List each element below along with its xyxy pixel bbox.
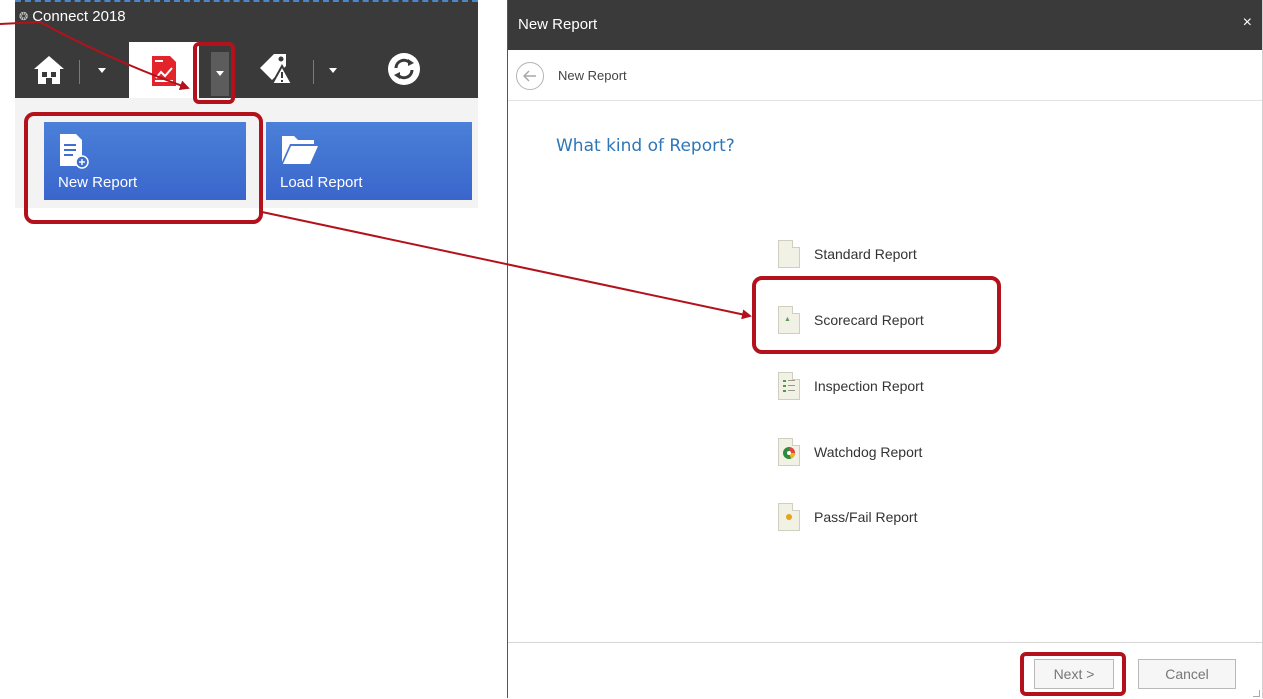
watchdog-report-icon (778, 438, 800, 466)
sync-button[interactable] (385, 50, 423, 88)
new-report-dialog: New Report × New Report What kind of Rep… (507, 0, 1263, 699)
new-report-label: New Report (58, 174, 138, 191)
option-label: Scorecard Report (814, 312, 924, 328)
app-title: ❂ Connect 2018 (19, 8, 126, 25)
option-watchdog-report[interactable]: Watchdog Report (778, 438, 922, 466)
arrow-left-icon (523, 70, 536, 82)
sync-icon (388, 53, 420, 85)
connect-logo-icon: ❂ (19, 11, 29, 23)
alerts-button[interactable] (255, 50, 295, 88)
toolbar-separator (313, 60, 314, 84)
alerts-dropdown-button[interactable] (326, 60, 340, 82)
pass-fail-report-icon (778, 503, 800, 531)
breadcrumb-title: New Report (558, 68, 627, 83)
standard-report-icon (778, 240, 800, 268)
option-label: Watchdog Report (814, 444, 923, 460)
scorecard-report-icon: ▲ (778, 306, 800, 334)
chevron-down-icon (329, 68, 337, 73)
dialog-navbar: New Report (508, 50, 1262, 101)
report-type-question: What kind of Report? (556, 136, 735, 156)
folder-icon (282, 136, 318, 164)
toolbar-separator (79, 60, 80, 84)
load-report-label: Load Report (280, 174, 363, 191)
home-button[interactable] (31, 52, 67, 88)
reports-dropdown-button[interactable] (211, 52, 229, 96)
new-report-tile[interactable]: New Report (44, 122, 246, 200)
new-report-icon (60, 134, 89, 169)
resize-grip[interactable] (1253, 690, 1260, 697)
reports-button[interactable] (129, 42, 199, 100)
option-pass-fail-report[interactable]: Pass/Fail Report (778, 503, 917, 531)
inspection-report-icon (778, 372, 800, 400)
option-label: Standard Report (814, 246, 917, 262)
back-button[interactable] (516, 62, 544, 90)
option-inspection-report[interactable]: Inspection Report (778, 372, 924, 400)
close-icon[interactable]: × (1243, 14, 1252, 32)
home-dropdown-button[interactable] (95, 60, 109, 82)
cancel-button[interactable]: Cancel (1138, 659, 1236, 689)
option-label: Inspection Report (814, 378, 924, 394)
report-chart-icon (152, 56, 176, 86)
option-standard-report[interactable]: Standard Report (778, 240, 917, 268)
option-scorecard-report[interactable]: ▲ Scorecard Report (778, 306, 924, 334)
home-icon (34, 56, 64, 84)
option-label: Pass/Fail Report (814, 509, 918, 525)
chevron-down-icon (216, 71, 224, 76)
chevron-down-icon (98, 68, 106, 73)
next-button[interactable]: Next > (1034, 659, 1114, 689)
app-header: ❂ Connect 2018 (15, 0, 478, 100)
app-title-text: Connect 2018 (32, 8, 126, 25)
dialog-title: New Report (518, 16, 598, 33)
dialog-footer: Next > Cancel (508, 642, 1262, 699)
dialog-titlebar: New Report × (508, 0, 1262, 50)
tag-warning-icon (260, 54, 294, 85)
load-report-tile[interactable]: Load Report (266, 122, 472, 200)
